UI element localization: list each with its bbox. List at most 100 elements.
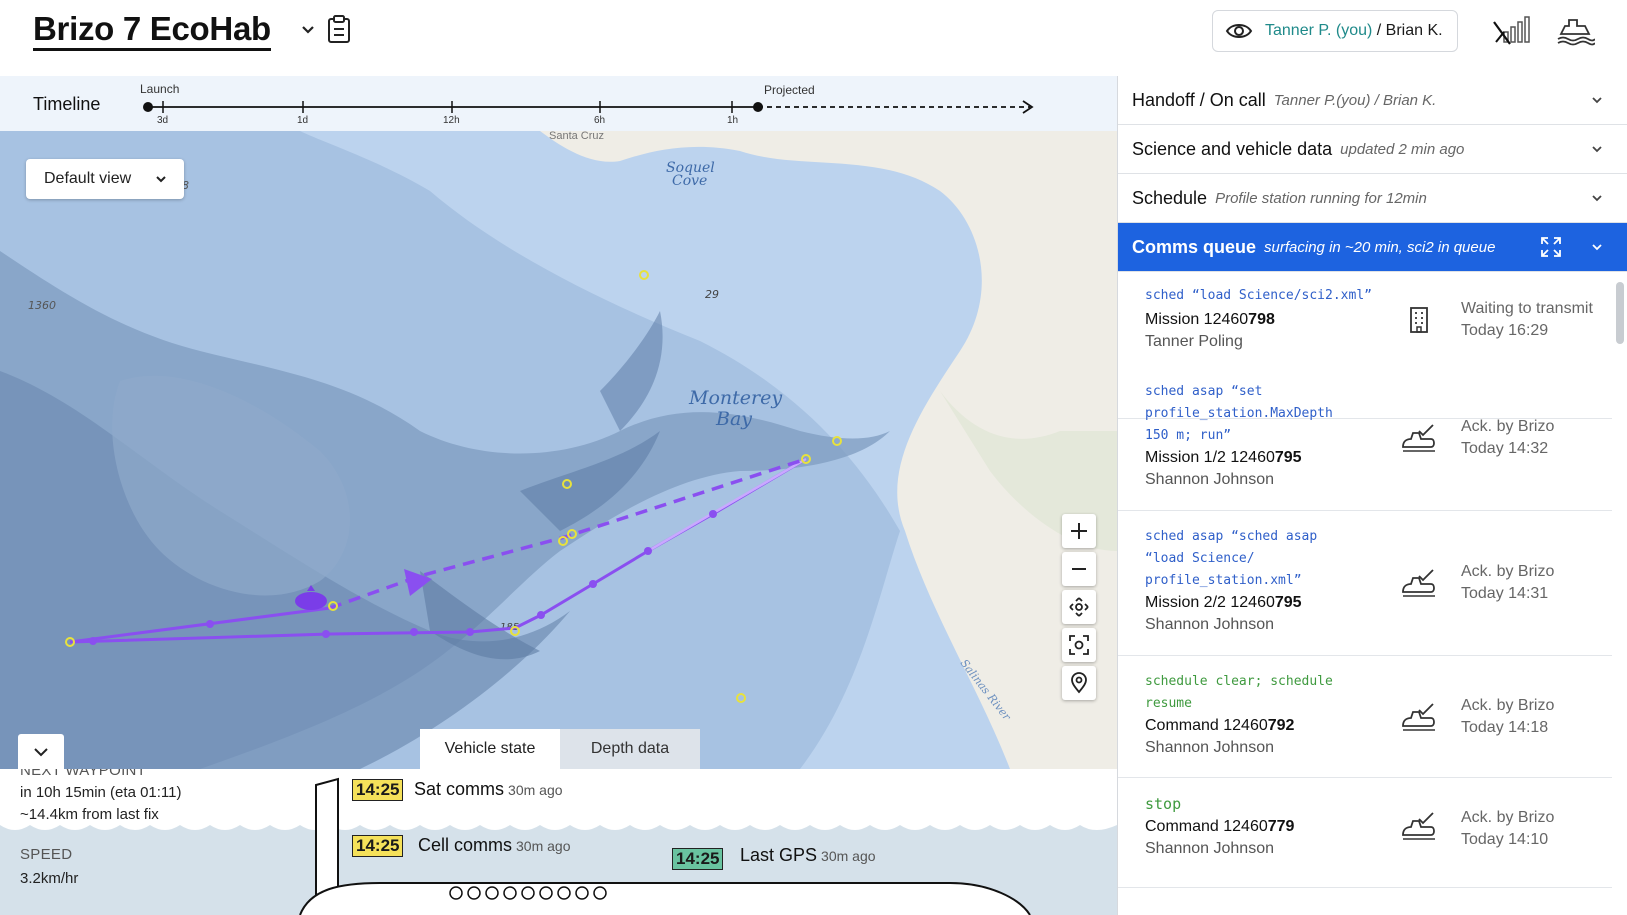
queue-scrollbar[interactable] (1616, 282, 1624, 344)
queue-item[interactable]: sched asap “set profile_station.MaxDepth… (1118, 366, 1612, 511)
map-canvas[interactable]: Santa Cruz Soquel Cove Monterey Bay Sali… (0, 131, 1117, 769)
section-comms-queue[interactable]: Comms queue surfacing in ~20 min, sci2 i… (1118, 223, 1627, 272)
sat-comms-time-badge: 14:25 (352, 779, 404, 801)
status-text: Ack. by Brizo (1461, 697, 1555, 714)
mission-suffix: 792 (1267, 717, 1295, 734)
boat-icon[interactable] (1555, 14, 1595, 46)
fit-view-button[interactable] (1062, 628, 1096, 662)
queue-user: Shannon Johnson (1145, 840, 1274, 857)
queue-status: Ack. by Brizo Today 14:32 (1461, 416, 1554, 460)
zoom-out-button[interactable] (1062, 552, 1096, 586)
status-time: Today 14:31 (1461, 585, 1549, 602)
queue-mission: Mission 1/2 12460795 (1145, 449, 1302, 467)
map-view[interactable]: Santa Cruz Soquel Cove Monterey Bay Sali… (0, 131, 1117, 769)
now-marker (753, 102, 763, 112)
timeline-bar: Timeline Launch Projected 3d 1d 12h 6h 1… (0, 76, 1117, 131)
tick-label: 1d (297, 115, 308, 126)
chevron-down-icon[interactable] (298, 20, 318, 40)
command-line: “load Science/ (1145, 551, 1255, 566)
last-gps-time-badge: 14:25 (672, 848, 724, 870)
status-text: Waiting to transmit (1461, 300, 1593, 317)
mission-prefix: Mission 2/2 12460 (1145, 594, 1275, 611)
tab-depth-data[interactable]: Depth data (560, 729, 700, 769)
command-line: stop (1145, 795, 1182, 813)
mission-prefix: Command 12460 (1145, 717, 1268, 734)
chevron-down-icon (156, 176, 166, 183)
queue-user: Shannon Johnson (1145, 616, 1274, 633)
cell-comms-ago: 30m ago (516, 838, 571, 854)
status-text: Ack. by Brizo (1461, 809, 1555, 826)
section-schedule[interactable]: Schedule Profile station running for 12m… (1118, 174, 1627, 223)
next-waypoint-distance: ~14.4km from last fix (20, 806, 159, 823)
command-line: profile_station.xml” (1145, 573, 1302, 588)
chevron-down-icon (34, 748, 48, 757)
queue-mission: Command 12460779 (1145, 818, 1294, 836)
vehicle-ack-icon (1402, 703, 1435, 731)
queue-user: Shannon Johnson (1145, 739, 1274, 756)
section-title: Science and vehicle data (1132, 138, 1333, 159)
queue-command: sched asap “sched asap “load Science/ pr… (1145, 526, 1317, 592)
chevron-down-icon (1592, 195, 1602, 202)
queue-user: Tanner Poling (1145, 333, 1243, 350)
tick-1d: 1d (297, 101, 308, 126)
section-science-data[interactable]: Science and vehicle data updated 2 min a… (1118, 125, 1627, 174)
command-line: 150 m; run” (1145, 428, 1232, 443)
zoom-in-button[interactable] (1062, 514, 1096, 548)
label-santa-cruz: Santa Cruz (549, 131, 604, 142)
hull (299, 882, 1031, 915)
map-pin-icon (1071, 672, 1087, 694)
section-subtitle: surfacing in ~20 min, sci2 in queue (1264, 238, 1496, 256)
sat-comms-label: Sat comms 30m ago (414, 779, 563, 800)
plus-icon (1071, 523, 1087, 539)
bottom-tabs: Vehicle state Depth data (420, 729, 700, 769)
command-line: sched “load Science/sci2.xml” (1145, 288, 1372, 303)
no-signal-icon[interactable] (1490, 14, 1536, 46)
expand-icon[interactable] (1540, 236, 1562, 258)
queue-item[interactable]: schedule clear; schedule resume Command … (1118, 656, 1612, 778)
speed-value: 3.2km/hr (20, 870, 79, 887)
eye-icon (1225, 24, 1253, 38)
status-time: Today 16:29 (1461, 322, 1549, 339)
section-handoff[interactable]: Handoff / On call Tanner P.(you) / Brian… (1118, 76, 1627, 125)
cell-comms-label: Cell comms 30m ago (418, 835, 571, 856)
next-waypoint-eta: in 10h 15min (eta 01:11) (20, 784, 182, 801)
speed-label: SPEED (20, 846, 73, 863)
locate-vehicle-button[interactable] (1062, 666, 1096, 700)
queue-item[interactable]: stop Command 12460779 Shannon Johnson Ac… (1118, 778, 1612, 888)
label-cove: Cove (672, 173, 707, 189)
vehicle-title[interactable]: Brizo 7 EcoHab (33, 10, 271, 51)
command-line: schedule clear; schedule (1145, 674, 1333, 689)
status-text: Ack. by Brizo (1461, 563, 1555, 580)
building-icon (1410, 307, 1428, 333)
map-view-select[interactable]: Default view (26, 159, 184, 199)
queue-item[interactable]: sched asap “sched asap “load Science/ pr… (1118, 511, 1612, 656)
label-monterey: Monterey (688, 387, 782, 409)
status-time: Today 14:18 (1461, 719, 1549, 736)
tick-label: 12h (443, 115, 460, 126)
section-subtitle: Profile station running for 12min (1215, 189, 1427, 207)
watchers-button[interactable]: Tanner P. (you) / Brian K. (1212, 10, 1458, 52)
chevron-down-icon (1592, 97, 1602, 104)
cell-comms-name: Cell comms (418, 835, 513, 855)
queue-mission: Command 12460792 (1145, 717, 1294, 735)
clipboard-icon[interactable] (326, 14, 352, 44)
last-gps-name: Last GPS (740, 845, 818, 865)
tick-6h: 6h (594, 101, 605, 126)
sat-comms-name: Sat comms (414, 779, 505, 799)
launch-label: Launch (140, 82, 179, 96)
pan-button[interactable] (1062, 590, 1096, 624)
queue-mission: Mission 12460798 (1145, 311, 1275, 329)
sat-comms-ago: 30m ago (508, 782, 563, 798)
section-title: Handoff / On call (1132, 89, 1266, 110)
vehicle-state-panel: NEXT WAYPOINT in 10h 15min (eta 01:11) ~… (0, 769, 1117, 915)
mission-suffix: 798 (1248, 311, 1275, 328)
focus-icon (1069, 635, 1089, 655)
timeline-label: Timeline (33, 94, 101, 114)
map-view-select-value: Default view (44, 170, 132, 187)
timeline-scrubber[interactable]: Launch Projected 3d 1d 12h 6h 1h (130, 76, 1090, 131)
tab-vehicle-state[interactable]: Vehicle state (420, 729, 560, 769)
tick-12h: 12h (443, 101, 460, 126)
collapse-panel-button[interactable] (18, 734, 64, 769)
queue-command: sched “load Science/sci2.xml” (1145, 285, 1372, 307)
queue-command: sched asap “set profile_station.MaxDepth… (1145, 381, 1333, 447)
